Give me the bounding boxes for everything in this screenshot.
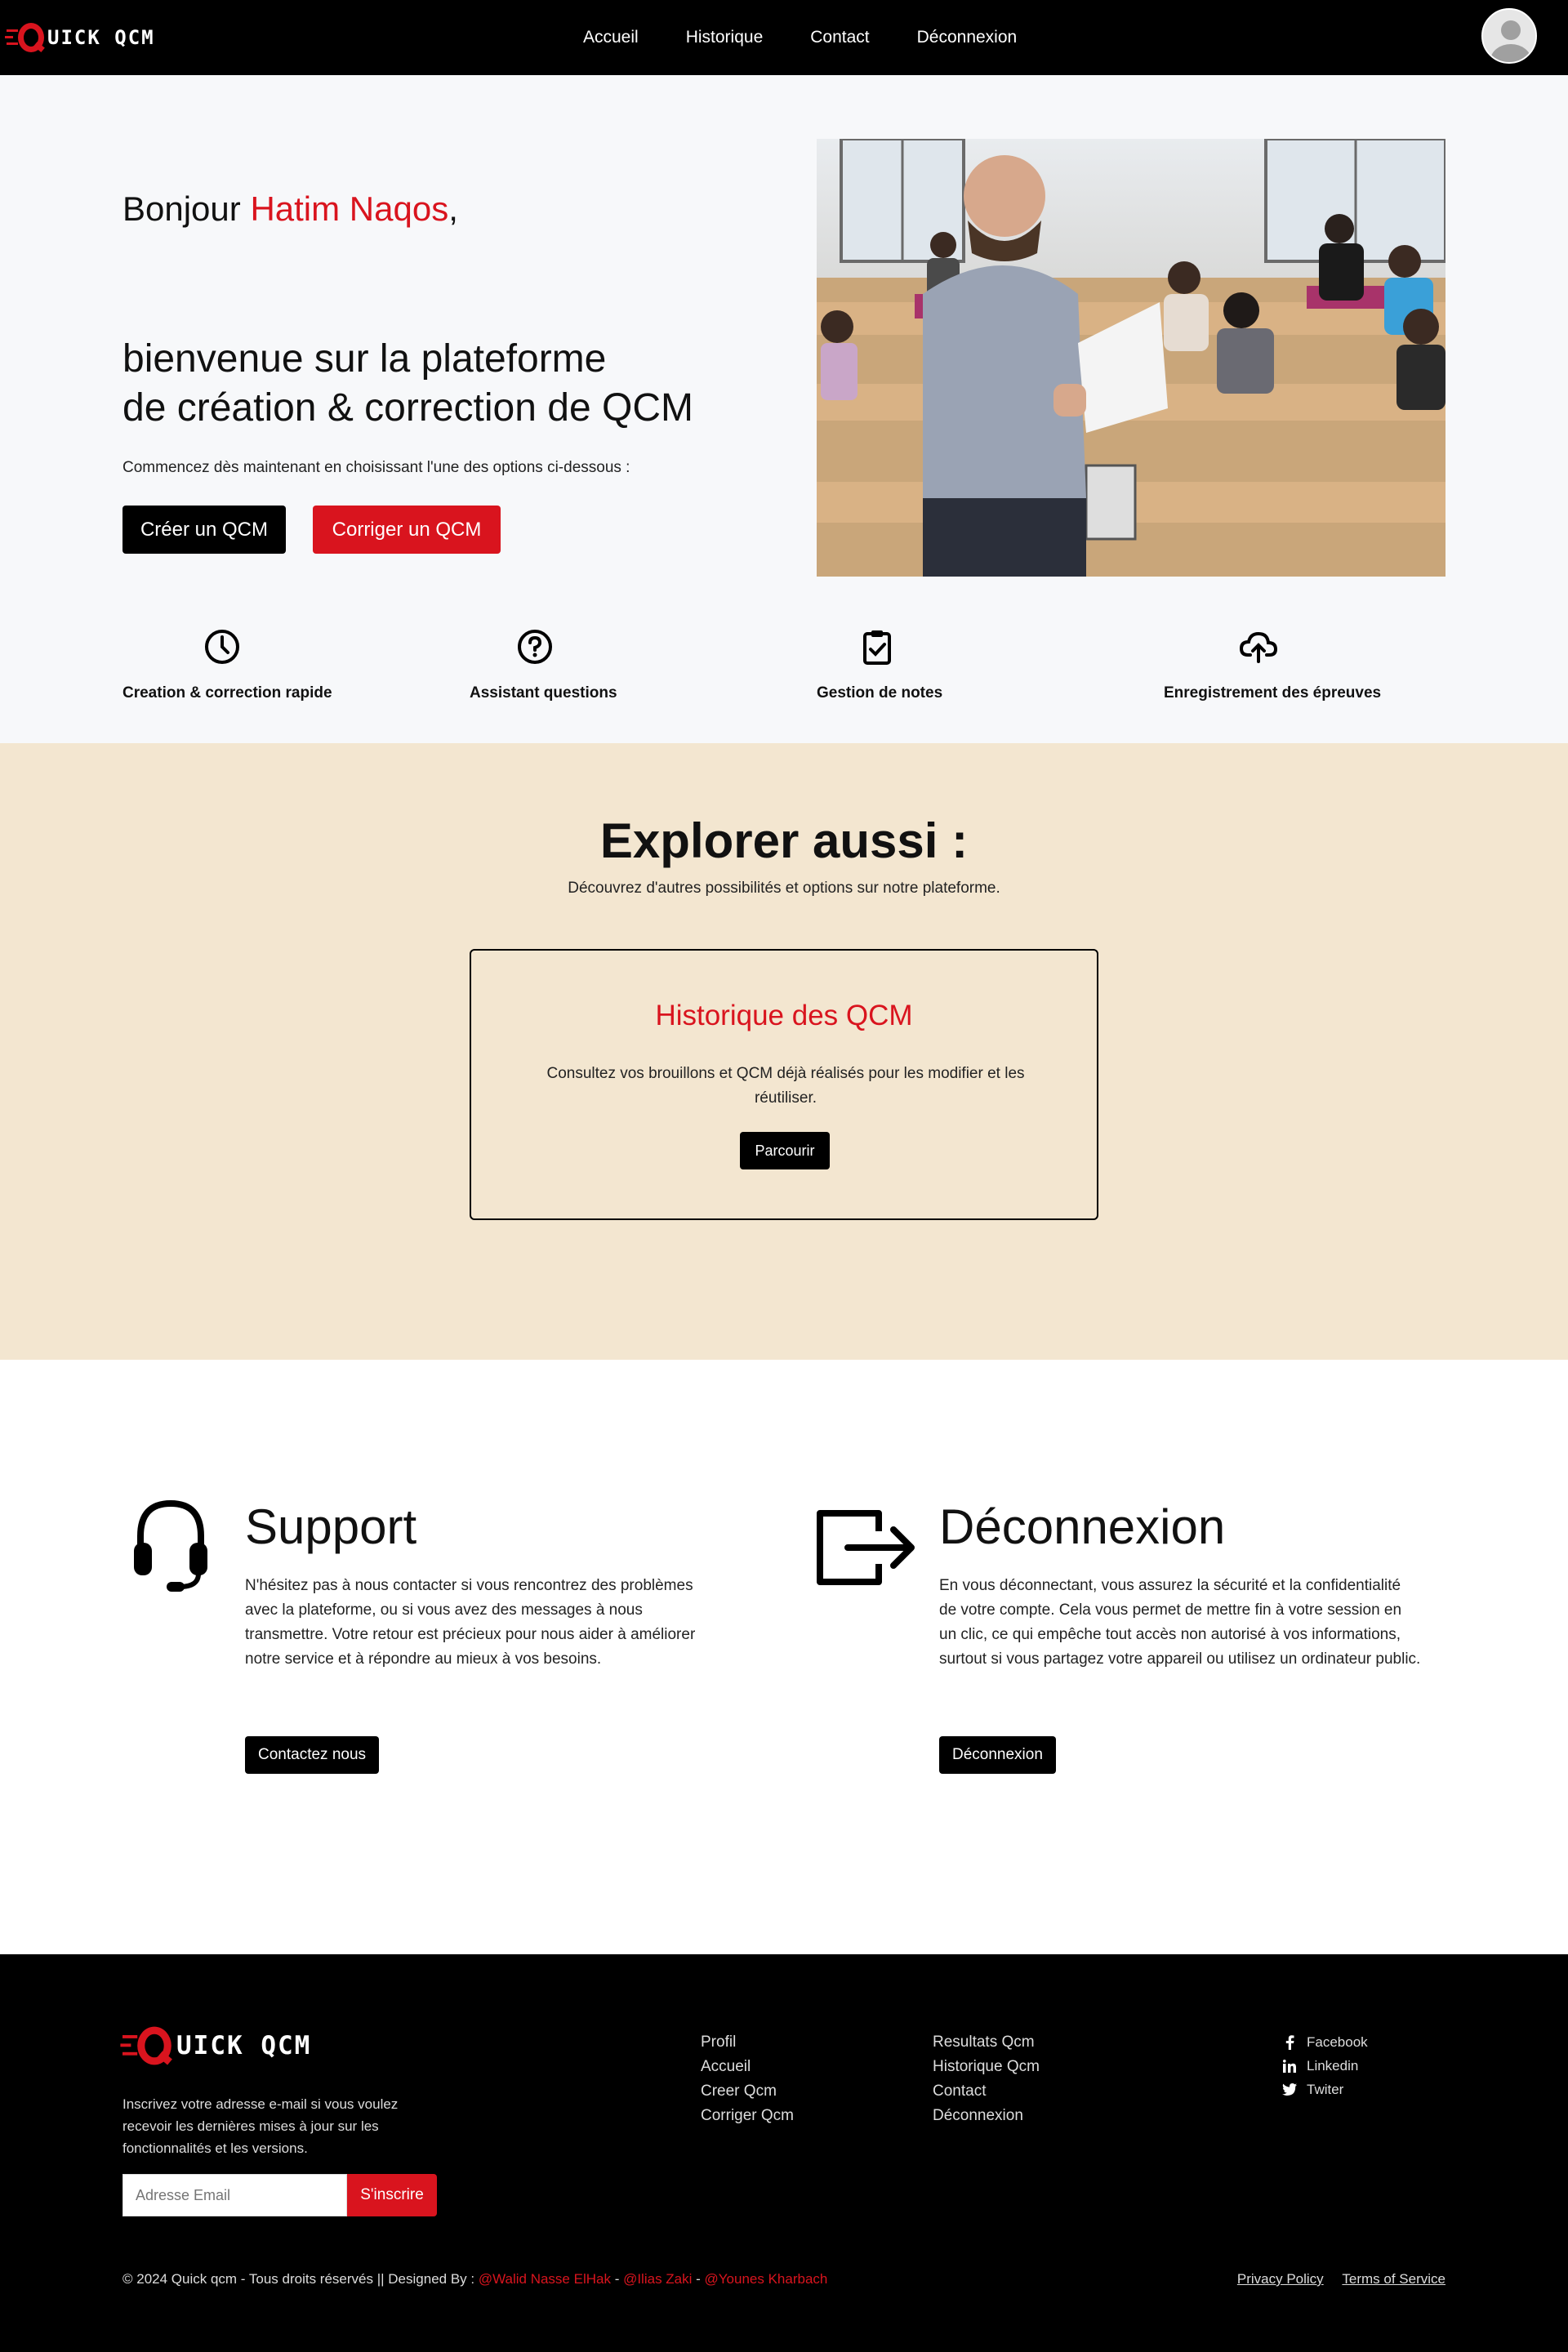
social-facebook[interactable]: Facebook (1282, 2030, 1368, 2054)
headset-icon (134, 1499, 207, 1592)
contact-us-button[interactable]: Contactez nous (245, 1736, 380, 1774)
explore-title: Explorer aussi : (599, 813, 969, 868)
newsletter-form: S'inscrire (122, 2174, 437, 2216)
footer-link-creer[interactable]: Creer Qcm (701, 2079, 794, 2104)
correct-qcm-button[interactable]: Corriger un QCM (313, 506, 501, 554)
support-text: N'hésitez pas à nous contacter si vous r… (245, 1577, 696, 1668)
footer-link-deconnexion[interactable]: Déconnexion (933, 2104, 1040, 2128)
subscribe-button[interactable]: S'inscrire (347, 2174, 437, 2216)
greeting: Bonjour Hatim Naqos, (122, 189, 458, 228)
clock-icon (205, 630, 239, 664)
nav-accueil[interactable]: Accueil (583, 28, 639, 47)
developer-link[interactable]: @Ilias Zaki (623, 2271, 692, 2287)
logout-button[interactable]: Déconnexion (939, 1736, 1056, 1774)
privacy-policy-link[interactable]: Privacy Policy (1237, 2271, 1324, 2287)
footer-link-accueil[interactable]: Accueil (701, 2055, 794, 2079)
cloud-upload-icon (1239, 631, 1278, 663)
developer-link[interactable]: @Younes Kharbach (705, 2271, 828, 2287)
footer-link-contact[interactable]: Contact (933, 2079, 1040, 2104)
legal-links: Privacy Policy Terms of Service (1223, 2271, 1446, 2287)
history-card-title: Historique des QCM (655, 1000, 913, 1031)
social-twitter[interactable]: Twiter (1282, 2078, 1368, 2101)
create-qcm-button[interactable]: Créer un QCM (122, 506, 286, 554)
twitter-icon (1282, 2082, 1297, 2097)
history-card-text: Consultez vos brouillons et QCM déjà réa… (546, 1065, 1025, 1107)
logo-q-icon (5, 21, 45, 54)
footer-links-col1: Profil Accueil Creer Qcm Corriger Qcm (701, 2030, 794, 2128)
logout-title: Déconnexion (939, 1499, 1226, 1554)
copyright: © 2024 Quick qcm - Tous droits réservés … (122, 2271, 828, 2287)
user-name: Hatim Naqos (250, 189, 449, 228)
classroom-photo (817, 139, 1446, 577)
feature-label: Creation & correction rapide (122, 684, 332, 702)
browse-button[interactable]: Parcourir (740, 1132, 830, 1169)
brand-logo[interactable]: UICK QCM (5, 21, 155, 54)
explore-section: Explorer aussi : Découvrez d'autres poss… (0, 743, 1568, 1360)
feature-label: Gestion de notes (817, 684, 943, 702)
footer-link-profil[interactable]: Profil (701, 2030, 794, 2055)
logo-q-icon (120, 2025, 172, 2067)
support-title: Support (245, 1499, 417, 1554)
logout-text: En vous déconnectant, vous assurez la sé… (939, 1577, 1421, 1668)
footer-link-historique[interactable]: Historique Qcm (933, 2055, 1040, 2079)
footer-link-corriger[interactable]: Corriger Qcm (701, 2104, 794, 2128)
footer-logo[interactable]: UICK QCM (120, 2026, 312, 2065)
facebook-icon (1282, 2034, 1297, 2050)
nav-deconnexion[interactable]: Déconnexion (917, 28, 1018, 47)
footer-links-col2: Resultats Qcm Historique Qcm Contact Déc… (933, 2030, 1040, 2128)
newsletter-description: Inscrivez votre adresse e-mail si vous v… (122, 2096, 399, 2156)
info-section: Support N'hésitez pas à nous contacter s… (0, 1360, 1568, 1954)
footer: UICK QCM Inscrivez votre adresse e-mail … (0, 1954, 1568, 2352)
terms-of-service-link[interactable]: Terms of Service (1342, 2271, 1446, 2287)
welcome-heading: bienvenue sur la plateforme de création … (122, 337, 693, 430)
clipboard-check-icon (863, 630, 891, 665)
hero-subtitle: Commencez dès maintenant en choisissant … (122, 459, 630, 476)
feature-label: Enregistrement des épreuves (1164, 684, 1382, 702)
main-nav: Accueil Historique Contact Déconnexion (583, 0, 1064, 75)
history-card: Historique des QCM Consultez vos brouill… (470, 949, 1098, 1220)
nav-historique[interactable]: Historique (686, 28, 764, 47)
explore-subtitle: Découvrez d'autres possibilités et optio… (568, 880, 1000, 897)
linkedin-icon (1282, 2059, 1297, 2074)
email-field[interactable] (122, 2174, 347, 2216)
hero-section: Bonjour Hatim Naqos, bienvenue sur la pl… (0, 75, 1568, 743)
footer-link-resultats[interactable]: Resultats Qcm (933, 2030, 1040, 2055)
feature-label: Assistant questions (470, 684, 617, 702)
question-circle-icon (518, 630, 552, 664)
social-linkedin[interactable]: Linkedin (1282, 2054, 1368, 2078)
developer-link[interactable]: @Walid Nasse ElHak (479, 2271, 611, 2287)
logo-text: UICK QCM (176, 2031, 312, 2060)
social-links: Facebook Linkedin Twiter (1282, 2030, 1368, 2101)
navbar: UICK QCM Accueil Historique Contact Déco… (0, 0, 1568, 75)
logout-icon (817, 1510, 915, 1585)
user-avatar-icon[interactable] (1481, 8, 1537, 64)
logo-text: UICK QCM (47, 26, 155, 49)
nav-contact[interactable]: Contact (810, 28, 869, 47)
